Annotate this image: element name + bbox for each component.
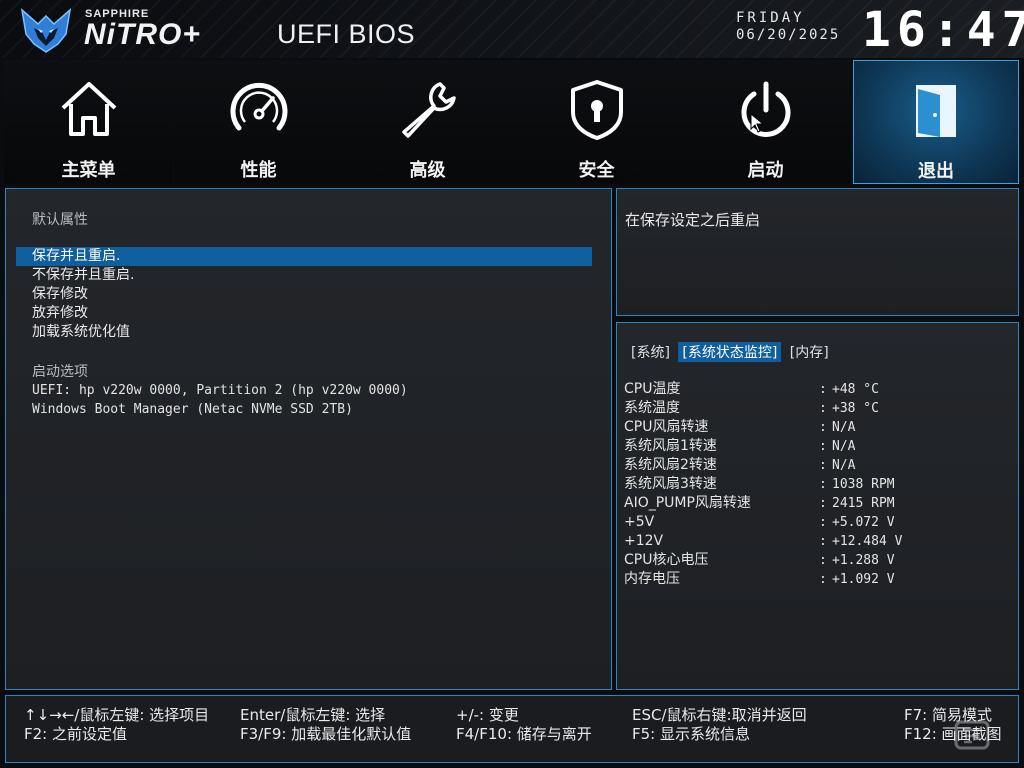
monitor-colon: : [819,420,827,435]
monitor-colon: : [819,401,827,416]
tab-security[interactable]: 安全 [512,60,681,184]
monitor-colon: : [819,439,827,454]
watermark-logo-icon [954,720,990,750]
monitor-label: 内存电压 [624,571,680,587]
menu-item-save-changes[interactable]: 保存修改 [16,285,592,304]
monitor-value: 2415 RPM [832,496,895,511]
weekday-label: FRIDAY [736,10,805,26]
monitor-label: +5V [624,514,655,530]
monitor-value: N/A [832,439,856,454]
monitor-colon: : [819,496,827,511]
monitor-value: N/A [832,458,856,473]
mouse-cursor-icon [750,113,764,133]
monitor-label: +12V [624,533,664,549]
monitor-colon: : [819,572,827,587]
key-hint-f5[interactable]: F5: 显示系统信息 [632,723,750,744]
monitor-row: AIO_PUMP风扇转速 : 2415 RPM [624,494,1014,513]
key-hint-change-value: +/-: 变更 [456,706,519,724]
exit-menu-panel: 默认属性 保存并且重启. 不保存并且重启. 保存修改 放弃修改 加载系统优化值 … [5,188,612,690]
speedometer-icon [230,82,287,131]
subtab-system[interactable]: [系统] [627,342,674,362]
tab-boot[interactable]: 启动 [681,60,850,184]
monitor-label: AIO_PUMP风扇转速 [624,495,751,511]
monitor-colon: : [819,477,827,492]
key-hint-f3-f9[interactable]: F3/F9: 加载最佳化默认值 [240,723,411,744]
monitor-label: 系统风扇1转速 [624,438,717,454]
menu-item-save-and-reset[interactable]: 保存并且重启. [16,247,592,266]
header-bar: SAPPHIRE NiTRO+ UEFI BIOS FRIDAY 06/20/2… [0,0,1024,58]
monitor-value: +48 °C [832,382,879,397]
shield-lock-icon [570,80,623,140]
brand-nitro: NiTRO+ [84,18,201,51]
section-title-default: 默认属性 [32,212,88,228]
monitor-colon: : [819,534,827,549]
monitor-row: 内存电压 : +1.092 V [624,570,1014,589]
tab-label: 性能 [240,160,277,181]
tab-label: 高级 [409,160,446,181]
monitor-row: CPU温度 : +48 °C [624,380,1014,399]
monitor-value: +38 °C [832,401,879,416]
tab-performance[interactable]: 性能 [174,60,343,184]
monitor-label: 系统风扇3转速 [624,476,717,492]
boot-override-item[interactable]: UEFI: hp v220w 0000, Partition 2 (hp v22… [32,381,408,400]
monitor-row: 系统风扇1转速 : N/A [624,437,1014,456]
monitor-label: CPU风扇转速 [624,419,709,435]
monitor-value: N/A [832,420,856,435]
monitor-row: 系统温度 : +38 °C [624,399,1014,418]
power-icon [741,81,790,137]
monitor-value: +1.288 V [832,553,895,568]
hardware-monitor-panel: [系统] [系统状态监控] [内存] CPU温度 : +48 °C 系统温度 :… [616,322,1019,690]
subtab-memory[interactable]: [内存] [786,342,833,362]
monitor-value: +1.092 V [832,572,895,587]
monitor-row: 系统风扇2转速 : N/A [624,456,1014,475]
key-hint-f2[interactable]: F2: 之前设定值 [24,723,127,744]
tab-advanced[interactable]: 高级 [343,60,512,184]
key-hint-f4-f10[interactable]: F4/F10: 储存与离开 [456,723,592,744]
monitor-value: 1038 RPM [832,477,895,492]
monitor-label: CPU核心电压 [624,552,709,568]
monitor-value: +12.484 V [832,534,903,549]
key-help-footer: ↑↓→←/鼠标左键: 选择项目 Enter/鼠标左键: 选择 +/-: 变更 E… [5,695,1019,763]
tab-label: 主菜单 [61,160,116,181]
monitor-value: +5.072 V [832,515,895,530]
exit-door-icon [916,85,956,137]
monitor-row: CPU风扇转速 : N/A [624,418,1014,437]
menu-item-load-optimized-defaults[interactable]: 加载系统优化值 [16,323,592,342]
monitor-row: +12V : +12.484 V [624,532,1014,551]
key-hint-esc: ESC/鼠标右键:取消并返回 [632,706,807,724]
main-tab-bar: 主菜单 性能 高级 安全 启动 退出 [0,60,1024,185]
bios-title: UEFI BIOS [277,19,416,49]
menu-item-discard-changes[interactable]: 放弃修改 [16,304,592,323]
tab-exit[interactable]: 退出 [853,60,1019,184]
monitor-label: CPU温度 [624,381,681,397]
help-text: 在保存设定之后重启 [625,211,761,229]
clock: 16:47 [862,2,1024,58]
boot-override-item[interactable]: Windows Boot Manager (Netac NVMe SSD 2TB… [32,400,353,419]
monitor-row: 系统风扇3转速 : 1038 RPM [624,475,1014,494]
section-title-boot-override: 启动选项 [32,364,88,380]
monitor-row: CPU核心电压 : +1.288 V [624,551,1014,570]
tab-label: 启动 [747,160,784,181]
tab-label: 安全 [578,160,615,181]
wrench-icon [401,82,456,138]
monitor-colon: : [819,382,827,397]
monitor-subtabs: [系统] [系统状态监控] [内存] [627,342,833,362]
menu-item-discard-and-reset[interactable]: 不保存并且重启. [16,266,592,285]
date-label: 06/20/2025 [736,27,841,43]
monitor-colon: : [819,515,827,530]
monitor-row: +5V : +5.072 V [624,513,1014,532]
monitor-colon: : [819,553,827,568]
monitor-label: 系统温度 [624,400,680,416]
key-hint-select-item: ↑↓→←/鼠标左键: 选择项目 [24,706,210,724]
key-hint-enter: Enter/鼠标左键: 选择 [240,706,386,724]
home-icon [61,82,116,136]
help-panel: 在保存设定之后重启 [616,188,1019,316]
subtab-hw-monitor[interactable]: [系统状态监控] [678,342,782,362]
tab-label: 退出 [918,161,954,182]
monitor-label: 系统风扇2转速 [624,457,717,473]
tab-main-menu[interactable]: 主菜单 [4,60,173,184]
monitor-colon: : [819,458,827,473]
